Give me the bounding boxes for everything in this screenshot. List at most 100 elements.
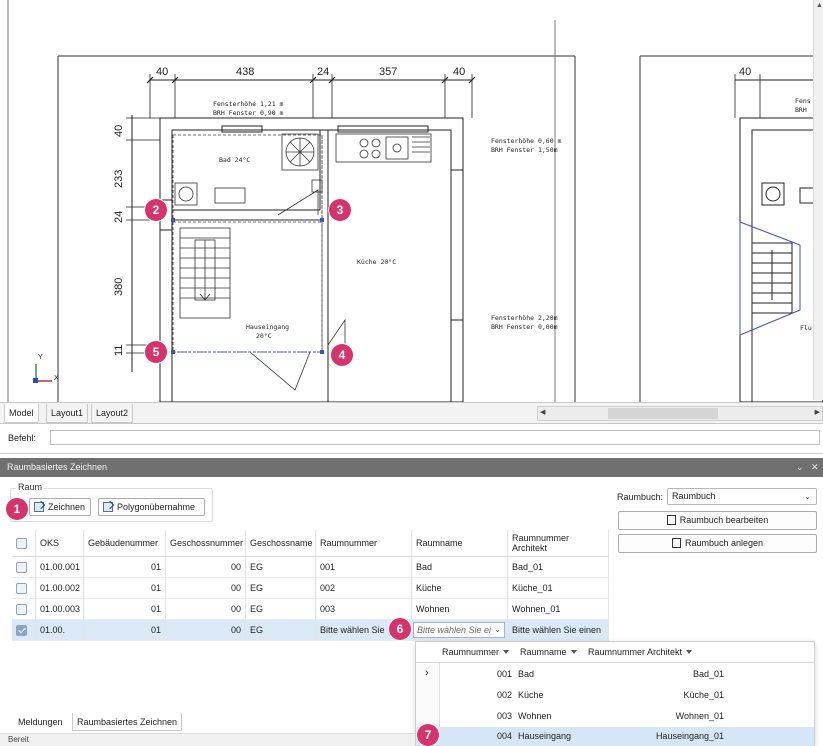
window-note-1: Fensterhöhe 1,21 m BRH Fenster 0,90 m — [213, 100, 283, 118]
polygon-icon — [103, 502, 113, 512]
window-note-line: Fens — [795, 97, 811, 105]
col-raumnummer-architekt[interactable]: Raumnummer Architekt — [508, 530, 609, 556]
scroll-left-icon[interactable]: ◀ — [540, 408, 545, 416]
dd-col-raumname[interactable]: Raumname — [516, 642, 581, 663]
table-row[interactable]: 01.00.002 01 00 EG 002 Küche Küche_01 — [12, 578, 609, 599]
cell-raumnummer: 002 — [316, 578, 412, 598]
room-dropdown-grid[interactable]: Raumnummer Raumname Raumnummer Architekt… — [415, 641, 815, 746]
window-note-line: Fensterhöhe 2,20m — [491, 314, 558, 322]
window-note-2: Fensterhöhe 0,60 m BRH Fenster 1,50m — [491, 137, 561, 155]
filter-icon[interactable] — [570, 650, 577, 654]
cell-geschossname: EG — [246, 620, 316, 640]
cell-oks: 01.00.003 — [36, 599, 84, 619]
cell-raumnummer-architekt[interactable]: Bitte wählen Sie einen — [508, 620, 609, 640]
dim-text: 24 — [317, 66, 330, 78]
row-checkbox-checked[interactable] — [16, 625, 27, 636]
window-note-line: BRH Fenster 0,90 m — [213, 109, 284, 117]
step-badge-1: 1 — [6, 498, 28, 520]
edit-raumbuch-button[interactable]: Raumbuch bearbeiten — [618, 511, 817, 530]
status-bar: Bereit — [0, 733, 415, 746]
raumbuch-select[interactable]: Raumbuch ⌄ — [667, 488, 817, 505]
create-raumbuch-label: Raumbuch anlegen — [684, 538, 764, 548]
tab-model[interactable]: Model — [4, 404, 39, 423]
cell-gebaeudenummer: 01 — [84, 557, 166, 577]
col-raumname[interactable]: Raumname — [412, 530, 508, 556]
cell-gebaeudenummer: 01 — [84, 620, 166, 640]
cell-raumname: Bad — [412, 557, 508, 577]
cad-drawing-area[interactable]: 40 438 24 357 40 40 40 233 24 380 11 Fen… — [0, 0, 823, 402]
tab-meldungen[interactable]: Meldungen — [14, 713, 67, 731]
scrollbar-thumb[interactable] — [608, 408, 718, 419]
scroll-up-icon[interactable]: ▲ — [816, 2, 823, 9]
draw-icon — [34, 502, 44, 512]
cell-raumnummer-architekt: Bad_01 — [508, 557, 609, 577]
window-note-line: BRH Fenster 0,00m — [491, 323, 558, 331]
polygon-button[interactable]: Polygonübernahme — [98, 498, 205, 516]
room-label-kueche: Küche 20°C — [357, 258, 397, 266]
room-label-hauseingang: Hauseingang — [246, 323, 290, 331]
tab-raumbasiertes-zeichnen[interactable]: Raumbasiertes Zeichnen — [72, 713, 183, 731]
dim-text: 11 — [113, 344, 125, 356]
select-all-cell — [12, 530, 36, 556]
row-checkbox[interactable] — [16, 562, 27, 573]
table-row[interactable]: 01.00.001 01 00 EG 001 Bad Bad_01 — [12, 557, 609, 578]
cell-geschossnummer: 00 — [166, 578, 246, 598]
dropdown-option[interactable]: 002 Küche Küche_01 — [416, 685, 814, 706]
raumname-combo-value: Bitte wählen Sie ei — [417, 625, 492, 635]
scroll-right-icon[interactable]: ▶ — [815, 408, 820, 416]
command-input[interactable] — [50, 430, 820, 445]
dropdown-option-highlighted[interactable]: 004 Hauseingang Hauseingang_01 — [416, 727, 814, 746]
col-gebaeudenummer[interactable]: Gebäudenummer — [84, 530, 166, 556]
vertical-scrollbar[interactable]: ▲ — [813, 0, 823, 400]
tab-layout2[interactable]: Layout2 — [91, 404, 134, 423]
opt-raumname: Wohnen — [518, 711, 552, 721]
draw-button[interactable]: Zeichnen — [29, 498, 91, 516]
cell-raumname-editor[interactable]: Bitte wählen Sie ei ⌄ — [412, 620, 508, 640]
create-raumbuch-button[interactable]: Raumbuch anlegen — [618, 534, 817, 553]
filter-icon[interactable] — [503, 650, 510, 654]
col-raumnummer[interactable]: Raumnummer — [316, 530, 412, 556]
dropdown-option[interactable]: 003 Wohnen Wohnen_01 — [416, 706, 814, 727]
cell-geschossnummer: 00 — [166, 620, 246, 640]
dim-text: 40 — [113, 124, 125, 137]
dd-col-raumnummer[interactable]: Raumnummer — [438, 642, 513, 663]
cell-raumname: Wohnen — [412, 599, 508, 619]
filter-icon[interactable] — [686, 650, 693, 654]
dd-col-architekt-label: Raumnummer Architekt — [588, 647, 683, 657]
dim-text: 40 — [156, 66, 169, 78]
step-badge-7: 7 — [417, 724, 439, 746]
cell-oks: 01.00.002 — [36, 578, 84, 598]
tab-layout1[interactable]: Layout1 — [46, 404, 89, 423]
opt-architekt: Hauseingang_01 — [655, 731, 724, 741]
step-badge-3: 3 — [329, 199, 351, 221]
row-checkbox[interactable] — [16, 583, 27, 594]
opt-raumnummer: 002 — [496, 690, 512, 700]
room-label-bad: Bad 24°C — [219, 156, 251, 164]
edit-raumbuch-label: Raumbuch bearbeiten — [679, 515, 769, 525]
panel-title-bar: Raumbasiertes Zeichnen ⌄ ✕ — [0, 458, 823, 477]
col-geschossname[interactable]: Geschossname — [246, 530, 316, 556]
dd-col-architekt[interactable]: Raumnummer Architekt — [584, 642, 696, 663]
dropdown-option[interactable]: 001 Bad Bad_01 — [416, 664, 814, 685]
chevron-down-icon[interactable]: ⌄ — [494, 623, 501, 637]
raumname-combo[interactable]: Bitte wählen Sie ei ⌄ — [413, 622, 505, 638]
select-all-checkbox[interactable] — [16, 538, 27, 549]
opt-raumnummer: 004 — [496, 731, 512, 741]
chevron-down-icon[interactable]: ⌄ — [796, 458, 804, 477]
dropdown-header: Raumnummer Raumname Raumnummer Architekt — [416, 642, 814, 663]
horizontal-scrollbar[interactable]: ◀ ▶ — [537, 406, 823, 421]
close-icon[interactable]: ✕ — [811, 458, 819, 477]
step-badge-5: 5 — [145, 341, 167, 363]
step-badge-4: 4 — [331, 344, 353, 366]
bottom-tab-bar: Meldungen Raumbasiertes Zeichnen — [0, 713, 415, 731]
opt-raumnummer: 001 — [496, 669, 512, 679]
table-row-selected[interactable]: 01.00. 01 00 EG Bitte wählen Sie Bitte w… — [12, 620, 609, 641]
chevron-down-icon: ⌄ — [804, 492, 811, 501]
col-geschossnummer[interactable]: Geschossnummer — [166, 530, 246, 556]
col-oks[interactable]: OKS — [36, 530, 84, 556]
cell-geschossnummer: 00 — [166, 599, 246, 619]
app-window: { "cad": { "dims_top": ["40", "438", "24… — [0, 0, 823, 746]
row-checkbox[interactable] — [16, 604, 27, 615]
table-row[interactable]: 01.00.003 01 00 EG 003 Wohnen Wohnen_01 — [12, 599, 609, 620]
dd-col-raumnummer-label: Raumnummer — [442, 647, 500, 657]
